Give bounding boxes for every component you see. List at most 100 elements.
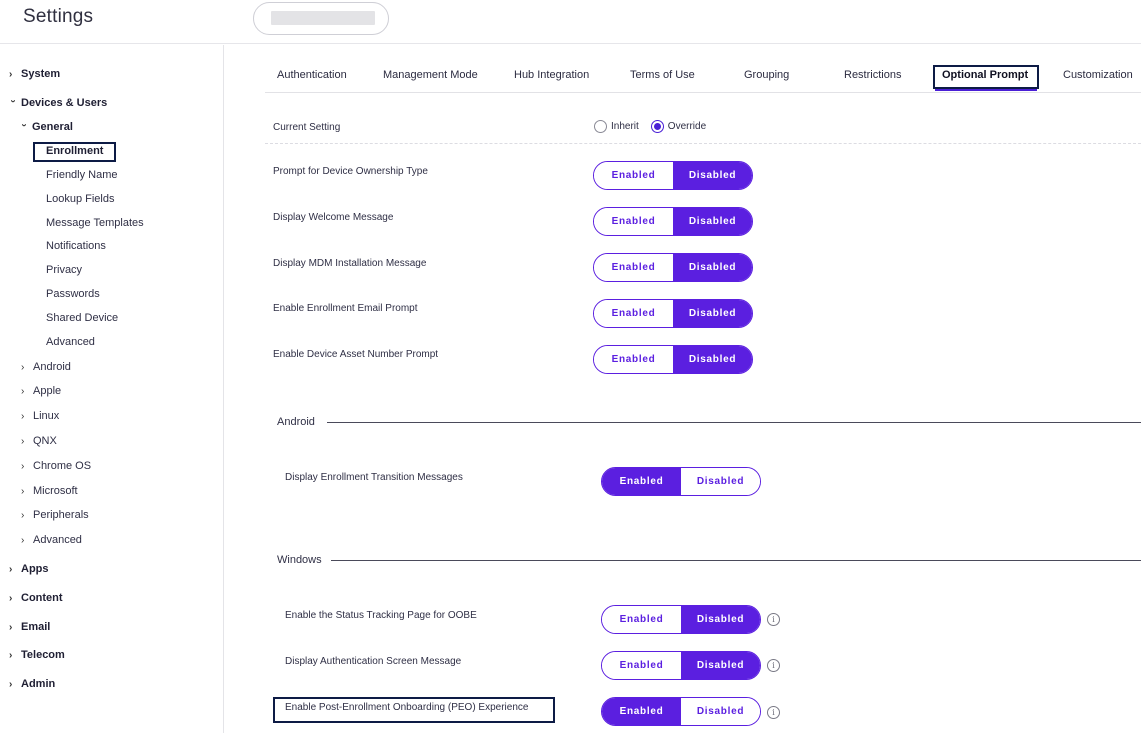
organization-group-selector[interactable] [253,2,389,35]
selected-item-highlight [33,142,116,162]
mdm-installation-message-toggle: Enabled Disabled [593,253,753,282]
status-tracking-page-label: Enable the Status Tracking Page for OOBE [285,610,477,621]
sidebar-item-system[interactable]: › System [9,65,60,83]
disabled-option[interactable]: Disabled [681,652,760,679]
sidebar-item-privacy[interactable]: Privacy [46,261,82,279]
sidebar-item-advanced-devices[interactable]: › Advanced [21,531,82,549]
info-icon[interactable]: i [767,706,780,719]
sidebar-item-shared-device[interactable]: Shared Device [46,309,118,327]
disabled-option[interactable]: Disabled [673,254,752,281]
chevron-down-icon: › [7,99,19,103]
chevron-right-icon: › [9,563,13,575]
sidebar-item-devices-users[interactable]: › Devices & Users [7,94,108,112]
authentication-screen-message-toggle: Enabled Disabled [601,651,761,680]
enabled-option[interactable]: Enabled [594,346,673,373]
tab-customization[interactable]: Customization [1063,69,1133,81]
enrollment-transition-messages-toggle: Enabled Disabled [601,467,761,496]
enrollment-transition-messages-label: Display Enrollment Transition Messages [285,472,463,483]
asset-number-prompt-toggle: Enabled Disabled [593,345,753,374]
enrollment-email-prompt-label: Enable Enrollment Email Prompt [273,303,418,314]
override-radio[interactable] [650,120,664,133]
disabled-option[interactable]: Disabled [673,162,752,189]
override-radio-label[interactable]: Override [668,121,706,132]
sidebar-item-advanced-general[interactable]: Advanced [46,333,95,351]
inherit-radio-label[interactable]: Inherit [611,121,639,132]
sidebar-item-qnx[interactable]: › QNX [21,432,57,450]
sidebar-item-telecom[interactable]: › Telecom [9,646,65,664]
sidebar-item-apple[interactable]: › Apple [21,382,61,400]
tab-restrictions[interactable]: Restrictions [844,69,901,81]
android-section-title: Android [277,416,315,428]
status-tracking-page-toggle: Enabled Disabled [601,605,761,634]
page-title: Settings [23,6,94,27]
section-divider [327,422,1141,423]
mdm-installation-message-label: Display MDM Installation Message [273,258,427,269]
sidebar-item-lookup-fields[interactable]: Lookup Fields [46,190,115,208]
enabled-option[interactable]: Enabled [602,606,681,633]
chevron-right-icon: › [9,649,13,661]
device-ownership-prompt-toggle: Enabled Disabled [593,161,753,190]
sidebar-item-peripherals[interactable]: › Peripherals [21,506,89,524]
sidebar-item-android[interactable]: › Android [21,358,71,376]
sidebar-item-email[interactable]: › Email [9,618,50,636]
tab-hub-integration[interactable]: Hub Integration [514,69,589,81]
sidebar-item-admin[interactable]: › Admin [9,675,55,693]
disabled-option[interactable]: Disabled [673,346,752,373]
peo-experience-label: Enable Post-Enrollment Onboarding (PEO) … [285,702,529,713]
sidebar-item-notifications[interactable]: Notifications [46,237,106,255]
sidebar-item-message-templates[interactable]: Message Templates [46,214,144,232]
current-setting-label: Current Setting [273,122,341,133]
current-setting-radio-group: Inherit Override [594,120,718,133]
disabled-option[interactable]: Disabled [681,468,760,495]
enabled-option[interactable]: Enabled [594,254,673,281]
redacted-organization-name [271,11,375,25]
sidebar-item-passwords[interactable]: Passwords [46,285,100,303]
device-ownership-prompt-label: Prompt for Device Ownership Type [273,166,428,177]
tab-bar: Authentication Management Mode Hub Integ… [265,63,1141,93]
chevron-right-icon: › [21,485,25,497]
tab-management-mode[interactable]: Management Mode [383,69,478,81]
info-icon[interactable]: i [767,613,780,626]
tab-terms-of-use[interactable]: Terms of Use [630,69,695,81]
chevron-right-icon: › [21,385,25,397]
chevron-right-icon: › [21,534,25,546]
tab-grouping[interactable]: Grouping [744,69,789,81]
enabled-option[interactable]: Enabled [594,300,673,327]
sidebar-item-content[interactable]: › Content [9,589,63,607]
chevron-right-icon: › [9,678,13,690]
tab-authentication[interactable]: Authentication [277,69,347,81]
chevron-right-icon: › [21,460,25,472]
asset-number-prompt-label: Enable Device Asset Number Prompt [273,349,439,360]
authentication-screen-message-label: Display Authentication Screen Message [285,656,462,667]
sidebar-item-linux[interactable]: › Linux [21,407,59,425]
inherit-radio[interactable] [594,120,607,133]
chevron-down-icon: › [18,123,30,127]
enabled-option[interactable]: Enabled [602,468,681,495]
chevron-right-icon: › [9,621,13,633]
disabled-option[interactable]: Disabled [681,606,760,633]
sidebar-item-apps[interactable]: › Apps [9,560,49,578]
disabled-option[interactable]: Disabled [673,208,752,235]
disabled-option[interactable]: Disabled [673,300,752,327]
sidebar-item-microsoft[interactable]: › Microsoft [21,482,78,500]
active-tab-indicator [935,89,1037,91]
chevron-right-icon: › [9,592,13,604]
sidebar-item-friendly-name[interactable]: Friendly Name [46,166,118,184]
section-divider [331,560,1141,561]
enabled-option[interactable]: Enabled [594,208,673,235]
disabled-option[interactable]: Disabled [681,698,760,725]
chevron-right-icon: › [21,361,25,373]
enabled-option[interactable]: Enabled [602,698,681,725]
sidebar-item-general[interactable]: › General [18,118,73,136]
active-tab-highlight [933,65,1039,89]
info-icon[interactable]: i [767,659,780,672]
header: Settings [0,0,1141,44]
enabled-option[interactable]: Enabled [594,162,673,189]
chevron-right-icon: › [21,509,25,521]
welcome-message-toggle: Enabled Disabled [593,207,753,236]
enabled-option[interactable]: Enabled [602,652,681,679]
chevron-right-icon: › [9,68,13,80]
windows-section-title: Windows [277,554,322,566]
sidebar-item-chrome-os[interactable]: › Chrome OS [21,457,91,475]
chevron-right-icon: › [21,410,25,422]
